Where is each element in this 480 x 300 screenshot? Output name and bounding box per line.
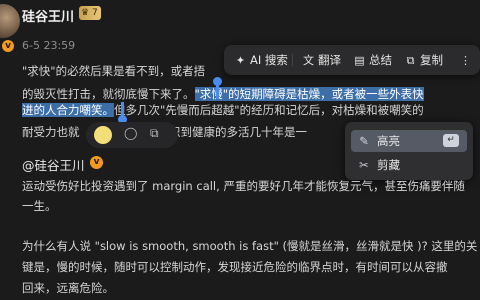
avatar[interactable] <box>0 4 20 38</box>
selection-start-handle[interactable] <box>213 77 222 99</box>
highlight-color-dot[interactable] <box>94 126 112 144</box>
mini-action-bar: ◯ ⧉ <box>86 122 178 148</box>
scissors-icon: ✂ <box>359 158 369 172</box>
pen-icon: ✎ <box>359 134 369 148</box>
comment-icon[interactable]: ◯ <box>124 126 137 140</box>
quote-line-1: 运动受伤好比投资遇到了 margin call, 严重的要好几年才能恢复元气，甚… <box>22 179 465 193</box>
toolbar-divider <box>292 54 293 66</box>
ai-search-button[interactable]: ✦ AI 搜索 <box>234 45 288 75</box>
vip-badge: ♛ 7 <box>79 6 101 20</box>
selection-toolbar: ✦ AI 搜索 文翻译 ▤ 总结 ⧉ 复制 ⋮ <box>224 45 480 75</box>
post-line-3: 进的人合力嘲笑。但多几次"先慢而后超越"的经历和记忆后，对枯燥和被嘲笑的 <box>22 103 424 117</box>
selected-text[interactable]: 进的人合力嘲笑。 <box>22 103 114 117</box>
menu-item-highlight[interactable]: ✎ 高亮 ↵ <box>351 130 467 152</box>
verified-badge: v <box>2 40 14 52</box>
quote-line-6: 回来，远离危险。 <box>22 281 114 295</box>
verified-badge: v <box>90 156 103 169</box>
translate-icon: 文 <box>303 54 314 67</box>
enter-key-hint: ↵ <box>443 134 459 147</box>
menu-item-clip[interactable]: ✂ 剪藏 <box>351 154 467 176</box>
copy-icon[interactable]: ⧉ <box>150 126 159 141</box>
summary-icon: ▤ <box>354 54 365 67</box>
post-line-1: "求快"的必然后果是看不到，或者捂 <box>22 64 206 78</box>
summary-button[interactable]: ▤ 总结 <box>353 45 392 75</box>
more-icon: ⋮ <box>460 54 471 67</box>
vip-level: 7 <box>91 8 98 18</box>
selected-text[interactable]: "求慢"的短期障碍是枯燥，或者被一些外表快 <box>194 87 424 101</box>
selection-end-handle[interactable] <box>118 102 127 124</box>
quote-line-2: 一生。 <box>22 199 57 213</box>
translate-button[interactable]: 文翻译 <box>302 45 341 75</box>
context-menu: ✎ 高亮 ↵ ✂ 剪藏 <box>345 122 473 180</box>
post-time: 6-5 23:59 <box>22 39 76 52</box>
ai-sparkle-icon: ✦ <box>235 54 246 67</box>
more-button[interactable]: ⋮ <box>459 45 475 75</box>
post-line-2: 的毁灭性打击，就彻底慢下来了。"求慢"的短期障碍是枯燥，或者被一些外表快 <box>22 87 424 101</box>
quote-line-5: 键是，慢的时候，随时可以控制动作，发现接近危险的临界点时，有时间可以从容撤 <box>22 260 448 274</box>
copy-icon: ⧉ <box>406 54 415 67</box>
copy-button[interactable]: ⧉ 复制 <box>404 45 443 75</box>
quote-author[interactable]: @硅谷王川 <box>22 155 85 174</box>
quote-line-4: 为什么有人说 "slow is smooth, smooth is fast" … <box>22 239 478 253</box>
author-name[interactable]: 硅谷王川 <box>22 6 74 25</box>
